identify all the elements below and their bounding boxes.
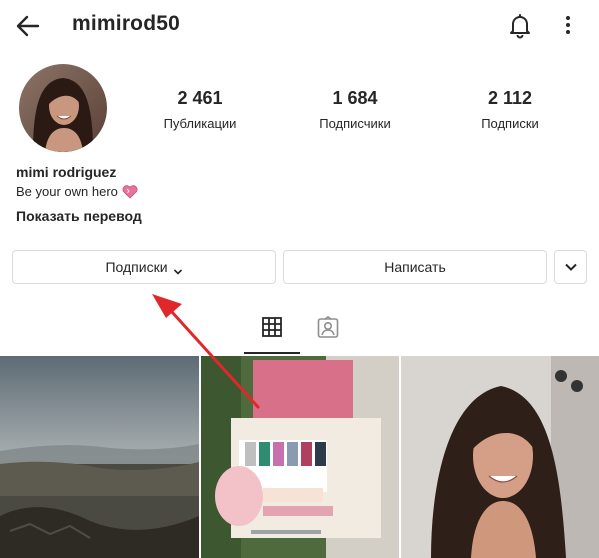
following-button-label: Подписки — [105, 259, 168, 275]
posts-count-label: Публикации — [163, 116, 237, 131]
followers-count[interactable]: 1 684 Подписчики — [300, 88, 410, 131]
followers-count-value: 1 684 — [332, 88, 378, 108]
top-bar: mimirod50 — [0, 0, 599, 52]
grid-icon — [261, 316, 283, 343]
posts-grid — [0, 356, 599, 558]
message-button-label: Написать — [384, 259, 446, 275]
profile-avatar[interactable] — [19, 64, 107, 152]
notification-bell-icon[interactable] — [506, 11, 534, 39]
back-arrow-icon[interactable] — [14, 12, 42, 40]
post-thumbnail[interactable] — [201, 356, 399, 558]
tab-grid[interactable] — [244, 316, 300, 354]
following-count[interactable]: 2 112 Подписки — [455, 88, 565, 131]
post-thumbnail[interactable] — [401, 356, 599, 558]
message-button[interactable]: Написать — [283, 250, 547, 284]
profile-username: mimirod50 — [72, 12, 180, 35]
bio-text: Be your own hero — [16, 184, 118, 199]
heart-emoji-icon — [122, 184, 138, 199]
show-translation-link[interactable]: Показать перевод — [16, 208, 142, 224]
tab-tagged[interactable] — [300, 315, 356, 354]
following-count-label: Подписки — [481, 116, 539, 131]
posts-count-value: 2 461 — [177, 88, 223, 108]
following-button[interactable]: Подписки — [12, 250, 276, 284]
chevron-down-icon — [173, 263, 183, 275]
profile-bio: Be your own hero — [16, 184, 138, 199]
tagged-person-icon — [316, 315, 340, 345]
profile-full-name: mimi rodriguez — [16, 164, 117, 180]
post-thumbnail[interactable] — [0, 356, 199, 558]
following-count-value: 2 112 — [487, 88, 533, 108]
more-options-icon[interactable] — [558, 11, 578, 39]
posts-count[interactable]: 2 461 Публикации — [145, 88, 255, 131]
followers-count-label: Подписчики — [319, 116, 391, 131]
suggested-accounts-button[interactable] — [554, 250, 587, 284]
chevron-down-icon — [564, 259, 578, 275]
